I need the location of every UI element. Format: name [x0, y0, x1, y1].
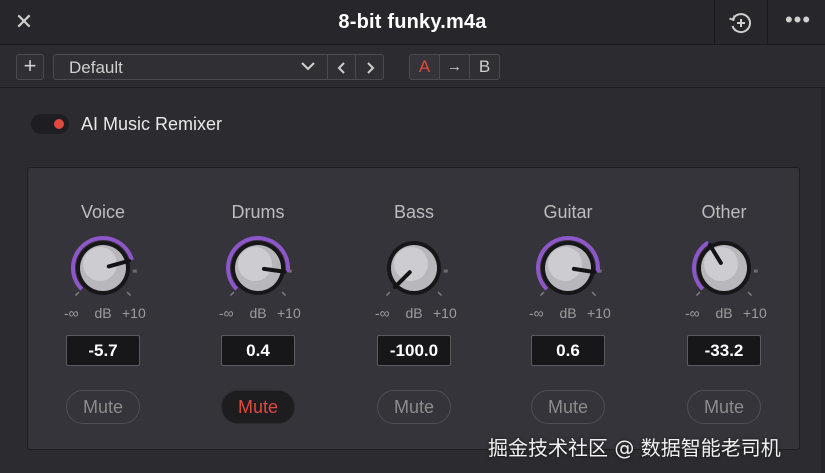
- previous-preset-button[interactable]: [327, 54, 356, 80]
- max-tick-mark: [126, 291, 132, 297]
- gain-value-field[interactable]: -100.0: [377, 335, 451, 366]
- gain-knob[interactable]: [212, 226, 304, 306]
- db-unit-label: dB: [559, 305, 577, 321]
- db-unit-label: dB: [405, 305, 423, 321]
- compare-b-button[interactable]: B: [469, 54, 500, 80]
- mute-button[interactable]: Mute: [221, 390, 295, 424]
- preset-dropdown[interactable]: Default: [53, 54, 328, 80]
- remixer-label: AI Music Remixer: [81, 114, 223, 134]
- knob-highlight: [394, 247, 428, 281]
- db-max-label: +10: [277, 305, 301, 321]
- knob-highlight: [238, 247, 272, 281]
- channel-guitar: Guitar -∞ dB +10 0.6 Mute: [493, 168, 643, 449]
- history-add-icon[interactable]: [727, 9, 755, 37]
- zero-marker: [443, 269, 448, 273]
- next-preset-button[interactable]: [355, 54, 384, 80]
- min-tick-mark: [74, 291, 80, 297]
- channel-bass: Bass -∞ dB +10 -100.0 Mute: [339, 168, 489, 449]
- max-tick-mark: [281, 291, 287, 297]
- db-max-label: +10: [433, 305, 457, 321]
- gain-knob[interactable]: [57, 226, 149, 306]
- gain-value-field[interactable]: 0.4: [221, 335, 295, 366]
- remixer-toggle[interactable]: [31, 114, 69, 134]
- mute-button[interactable]: Mute: [377, 390, 451, 424]
- mute-button[interactable]: Mute: [531, 390, 605, 424]
- chevron-right-icon: [366, 62, 374, 74]
- title-divider: [714, 0, 715, 44]
- channel-other: Other -∞ dB +10 -33.2 Mute: [649, 168, 799, 449]
- db-max-label: +10: [122, 305, 146, 321]
- channel-voice: Voice -∞ dB +10 -5.7 Mute: [28, 168, 178, 449]
- zero-marker: [132, 269, 137, 273]
- zero-marker: [753, 269, 758, 273]
- channel-name: Drums: [231, 202, 285, 222]
- db-max-label: +10: [743, 305, 767, 321]
- channel-name: Voice: [80, 202, 126, 222]
- channel-drums: Drums -∞ dB +10 0.4 Mute: [183, 168, 333, 449]
- gain-value-field[interactable]: 0.6: [531, 335, 605, 366]
- max-tick-mark: [437, 291, 443, 297]
- gain-knob[interactable]: [522, 226, 614, 306]
- db-max-label: +10: [587, 305, 611, 321]
- channel-name: Guitar: [543, 202, 593, 222]
- add-preset-button[interactable]: +: [16, 54, 44, 80]
- mute-button[interactable]: Mute: [66, 390, 140, 424]
- copy-a-to-b-button[interactable]: →: [439, 54, 470, 80]
- toggle-indicator: [54, 119, 64, 129]
- max-tick-mark: [591, 291, 597, 297]
- gain-value-field[interactable]: -33.2: [687, 335, 761, 366]
- db-unit-label: dB: [715, 305, 733, 321]
- scrollbar-track[interactable]: [821, 88, 825, 473]
- channel-name: Bass: [393, 202, 435, 222]
- min-tick-mark: [539, 291, 545, 297]
- db-unit-label: dB: [249, 305, 267, 321]
- title-bar: ✕ 8-bit funky.m4a •••: [0, 0, 825, 45]
- gain-value-field[interactable]: -5.7: [66, 335, 140, 366]
- title-divider: [767, 0, 768, 44]
- mixer-panel: Voice -∞ dB +10 -5.7 Mute Drums -∞ dB +1…: [27, 167, 800, 450]
- watermark-text: 掘金技术社区 @ 数据智能老司机: [488, 436, 781, 460]
- mute-button[interactable]: Mute: [687, 390, 761, 424]
- channel-name: Other: [701, 202, 747, 222]
- knob-highlight: [548, 247, 582, 281]
- min-tick-mark: [385, 291, 391, 297]
- window-title: 8-bit funky.m4a: [338, 11, 487, 33]
- more-options-button[interactable]: •••: [778, 8, 818, 36]
- chevron-left-icon: [337, 62, 345, 74]
- gain-knob[interactable]: [678, 226, 770, 306]
- min-tick-mark: [695, 291, 701, 297]
- min-tick-mark: [229, 291, 235, 297]
- compare-a-button[interactable]: A: [409, 54, 440, 80]
- preset-bar: + Default A → B: [0, 45, 825, 88]
- preset-value: Default: [69, 58, 123, 77]
- db-unit-label: dB: [94, 305, 112, 321]
- gain-knob[interactable]: [368, 226, 460, 306]
- max-tick-mark: [747, 291, 753, 297]
- chevron-down-icon: [299, 57, 317, 80]
